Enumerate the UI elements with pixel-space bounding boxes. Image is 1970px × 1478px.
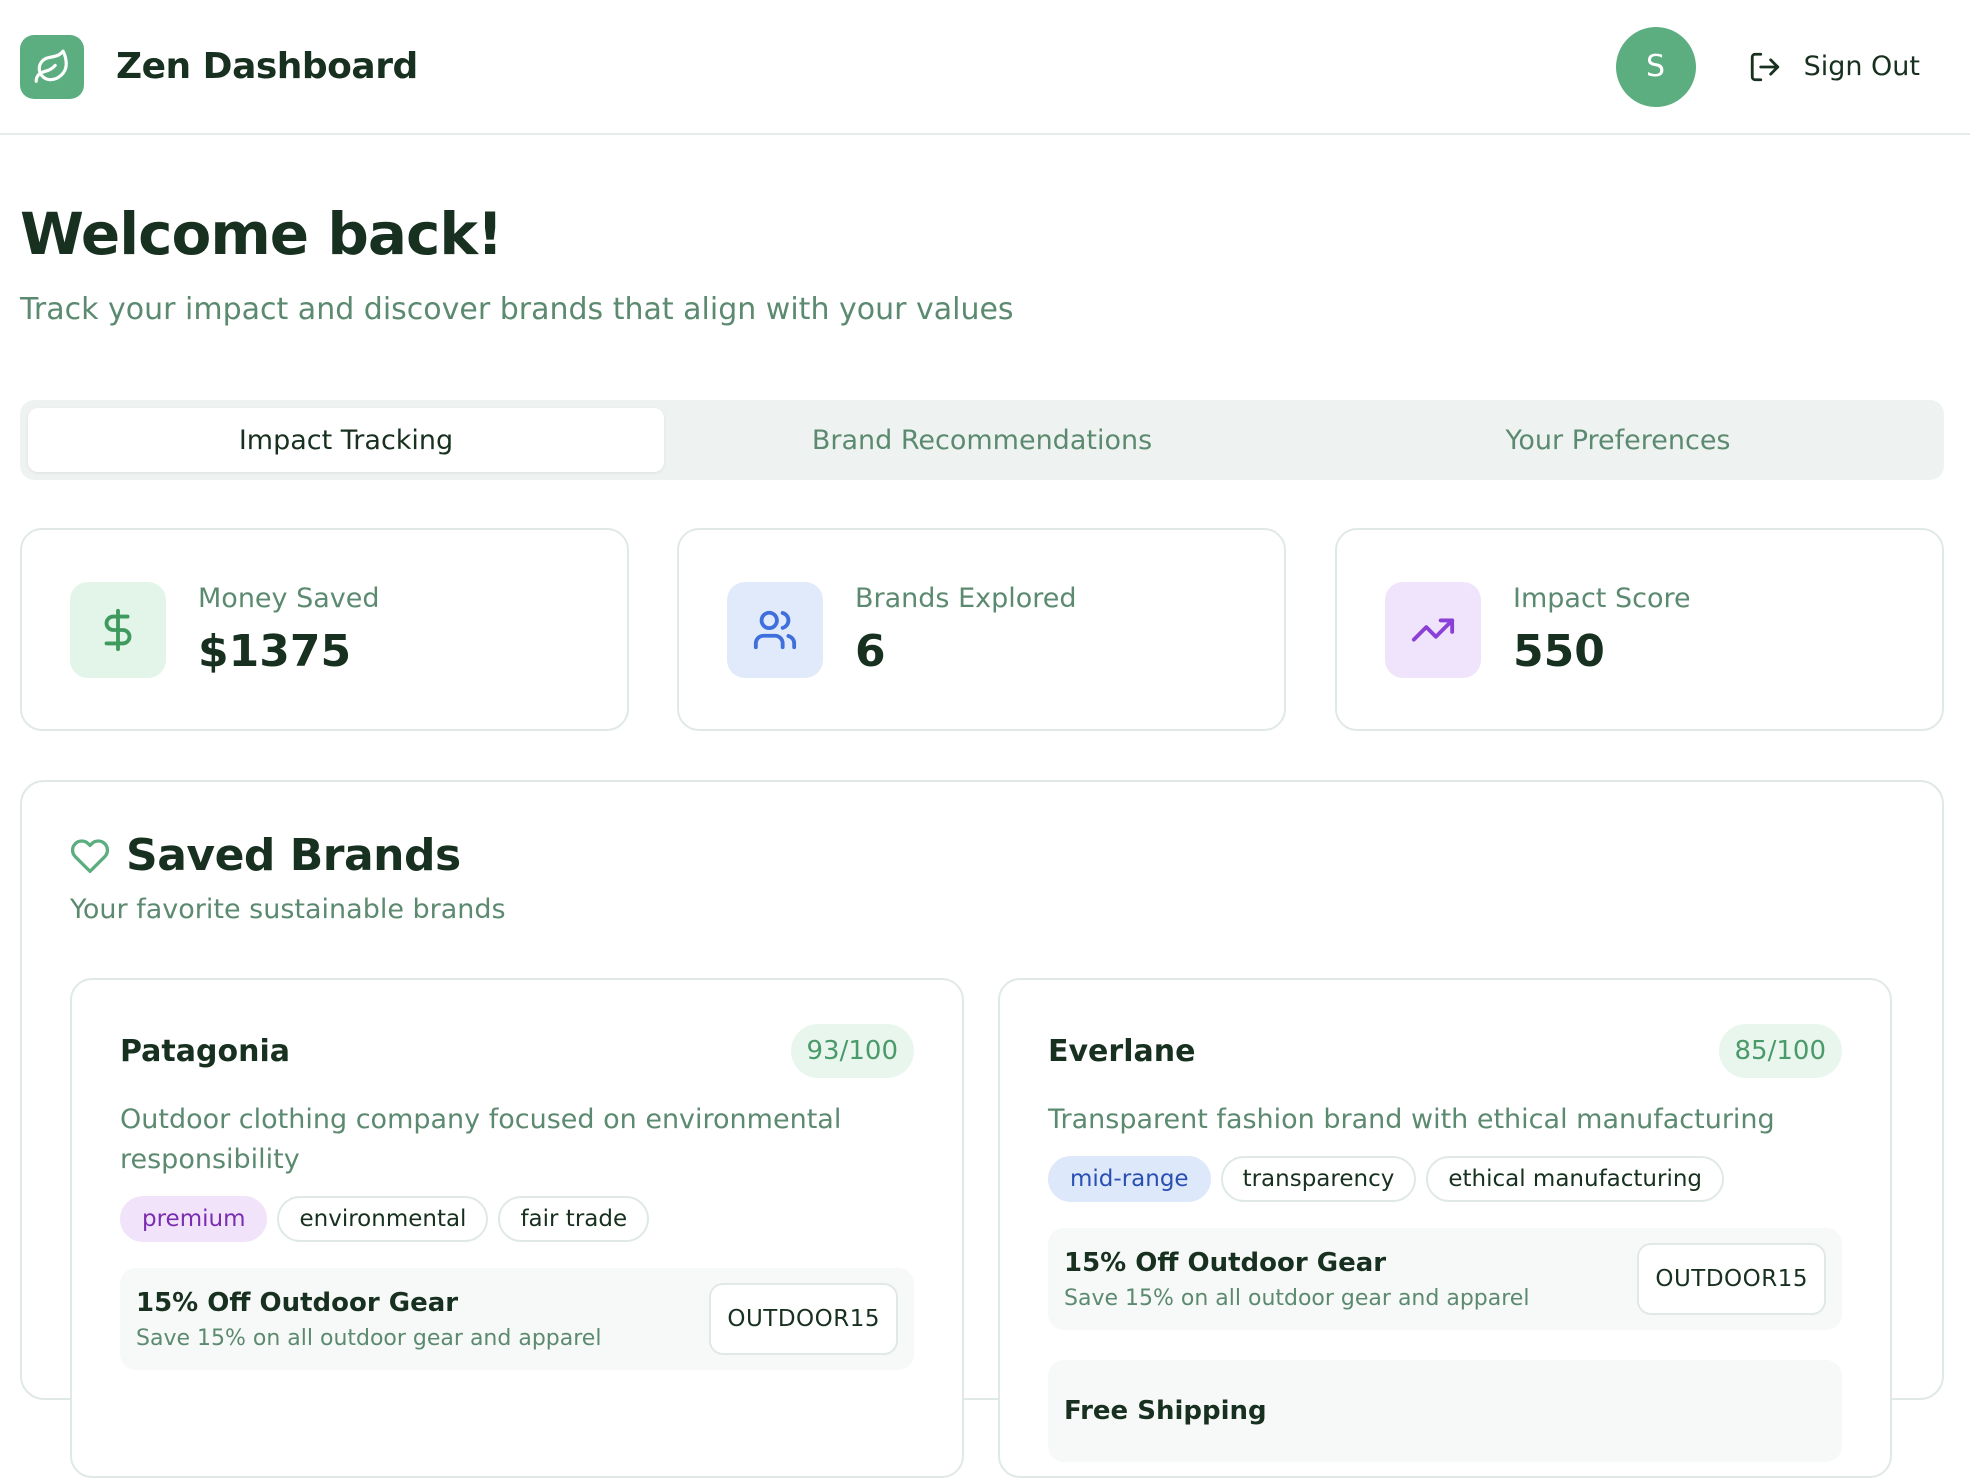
- stat-icon-box: [1385, 581, 1481, 678]
- trending-up-icon: [1411, 618, 1455, 641]
- log-out-icon: [1750, 52, 1779, 81]
- heart-icon: [70, 838, 110, 873]
- avatar[interactable]: S: [1615, 26, 1696, 107]
- page-title: Welcome back!: [20, 200, 503, 268]
- stat-label: Impact Score: [1513, 582, 1691, 614]
- stat-icon-box: [70, 581, 166, 678]
- app-title: Zen Dashboard: [116, 46, 418, 87]
- dollar-icon: [104, 608, 132, 651]
- saved-brands-title: Saved Brands: [126, 830, 461, 881]
- tag-list: mid-range transparency ethical manufactu…: [1048, 1156, 1842, 1202]
- tab-impact-tracking[interactable]: Impact Tracking: [28, 408, 664, 472]
- brand-description: Transparent fashion brand with ethical m…: [1048, 1104, 1775, 1135]
- tab-brand-recommendations[interactable]: Brand Recommendations: [664, 408, 1300, 472]
- leaf-icon: [34, 49, 68, 83]
- deal-subtitle: Save 15% on all outdoor gear and apparel: [1064, 1285, 1530, 1311]
- tag-badge: transparency: [1220, 1156, 1417, 1202]
- header-actions: S Sign Out: [1615, 26, 1950, 107]
- promo-code-button[interactable]: OUTDOOR15: [1637, 1243, 1826, 1315]
- top-header: Zen Dashboard S Sign Out: [0, 0, 1970, 135]
- stat-value: 6: [855, 625, 886, 677]
- tab-your-preferences[interactable]: Your Preferences: [1300, 408, 1936, 472]
- stat-card-brands-explored: Brands Explored 6: [677, 528, 1286, 731]
- deal-item: Free Shipping: [1048, 1360, 1842, 1462]
- stat-label: Brands Explored: [855, 582, 1077, 614]
- brand-name: Patagonia: [120, 1033, 290, 1069]
- tag-badge: premium: [120, 1196, 268, 1242]
- promo-code-button[interactable]: OUTDOOR15: [709, 1283, 898, 1355]
- saved-brands-subtitle: Your favorite sustainable brands: [70, 894, 506, 925]
- deal-title: 15% Off Outdoor Gear: [136, 1287, 459, 1318]
- deal-item: 15% Off Outdoor Gear Save 15% on all out…: [1048, 1228, 1842, 1330]
- brand-description: Outdoor clothing company focused on envi…: [120, 1104, 842, 1175]
- brand-score-badge: 93/100: [790, 1024, 914, 1078]
- saved-brands-panel: Saved Brands Your favorite sustainable b…: [20, 780, 1944, 1478]
- deal-item: 15% Off Outdoor Gear Save 15% on all out…: [120, 1268, 914, 1370]
- users-icon: [753, 610, 797, 649]
- page-subtitle: Track your impact and discover brands th…: [20, 292, 1014, 327]
- stat-card-impact-score: Impact Score 550: [1335, 528, 1944, 731]
- deal-title: 15% Off Outdoor Gear: [1064, 1247, 1387, 1278]
- deal-subtitle: Save 15% on all outdoor gear and apparel: [136, 1325, 602, 1351]
- tag-badge: ethical manufacturing: [1426, 1156, 1725, 1202]
- sign-out-button[interactable]: Sign Out: [1748, 50, 1920, 84]
- brand-score-badge: 85/100: [1718, 1024, 1842, 1078]
- stat-value: $1375: [198, 625, 352, 677]
- stat-card-money-saved: Money Saved $1375: [20, 528, 629, 731]
- tag-badge: fair trade: [498, 1196, 650, 1242]
- tag-list: premium environmental fair trade: [120, 1196, 914, 1242]
- stat-label: Money Saved: [198, 582, 380, 614]
- app-logo: [20, 34, 84, 99]
- stat-icon-box: [727, 581, 823, 678]
- brand-card-everlane[interactable]: Everlane 85/100 Transparent fashion bran…: [998, 978, 1892, 1478]
- brand-name: Everlane: [1048, 1033, 1196, 1069]
- tab-bar: Impact Tracking Brand Recommendations Yo…: [20, 400, 1944, 480]
- tag-badge: mid-range: [1048, 1156, 1211, 1202]
- saved-brands-header: Saved Brands: [70, 830, 461, 881]
- brand-card-patagonia[interactable]: Patagonia 93/100 Outdoor clothing compan…: [70, 978, 964, 1478]
- deal-title: Free Shipping: [1064, 1396, 1267, 1426]
- stat-value: 550: [1513, 625, 1605, 677]
- tag-badge: environmental: [277, 1196, 489, 1242]
- sign-out-label: Sign Out: [1803, 51, 1920, 82]
